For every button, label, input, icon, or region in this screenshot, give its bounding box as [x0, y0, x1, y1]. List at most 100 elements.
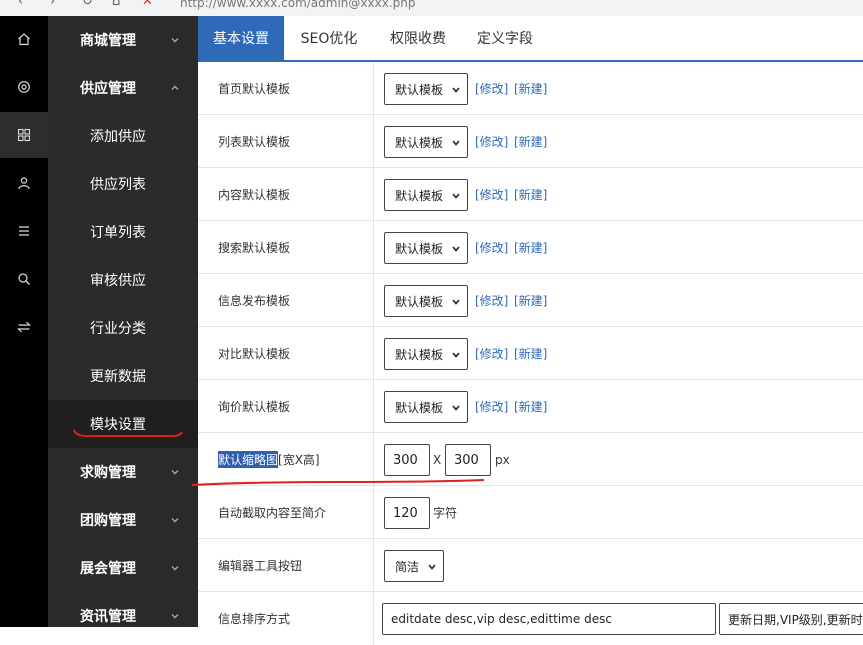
menu-supply[interactable]: 供应管理 — [48, 64, 198, 112]
edit-link[interactable]: [修改] — [475, 168, 508, 221]
row-label: 自动截取内容至简介 — [218, 506, 327, 520]
template-select[interactable]: 默认模板 — [384, 338, 468, 370]
menu-groupbuy[interactable]: 团购管理 — [48, 496, 198, 544]
forward-icon[interactable]: › — [50, 0, 55, 9]
sub-review-supply[interactable]: 审核供应 — [48, 256, 198, 304]
select-value: 默认模板 — [395, 188, 444, 203]
address-text: http://www.xxxx.com/admin@xxxx.php — [180, 0, 416, 10]
template-select[interactable]: 默认模板 — [384, 126, 468, 158]
template-select[interactable]: 默认模板 — [384, 73, 468, 105]
sort-order-row: 信息排序方式 editdate desc,vip desc,edittime d… — [198, 592, 863, 645]
sub-label: 审核供应 — [90, 273, 146, 289]
row-label: 信息发布模板 — [218, 294, 291, 308]
new-link[interactable]: [新建] — [514, 62, 547, 115]
tab-label: SEO优化 — [300, 31, 358, 47]
sub-supply-list[interactable]: 供应列表 — [48, 160, 198, 208]
editor-toolbar-select[interactable]: 简洁 — [384, 550, 444, 582]
sub-add-supply[interactable]: 添加供应 — [48, 112, 198, 160]
new-link[interactable]: [新建] — [514, 327, 547, 380]
select-value: 默认模板 — [395, 82, 444, 97]
row-divider — [373, 62, 374, 115]
menu-expo[interactable]: 展会管理 — [48, 544, 198, 592]
sub-order-list[interactable]: 订单列表 — [48, 208, 198, 256]
form-row: 首页默认模板 默认模板 [修改] [新建] — [198, 62, 863, 115]
thumb-label-highlight: 默认缩略图 — [218, 451, 279, 468]
sort-order-select[interactable]: 更新日期,VIP级别,更新时 — [719, 603, 863, 635]
form-row: 列表默认模板 默认模板 [修改] [新建] — [198, 115, 863, 168]
tab-seo[interactable]: SEO优化 — [284, 16, 374, 60]
tab-label: 定义字段 — [477, 31, 533, 47]
template-select[interactable]: 默认模板 — [384, 179, 468, 211]
address-bar[interactable]: http://www.xxxx.com/admin@xxxx.php — [180, 0, 600, 16]
sidebar-menu: 商城管理 供应管理 添加供应 供应列表 订单列表 审核供应 行业分类 更新数据 … — [48, 16, 198, 627]
edit-link[interactable]: [修改] — [475, 274, 508, 327]
row-label: 对比默认模板 — [218, 347, 291, 361]
menu-news[interactable]: 资讯管理 — [48, 592, 198, 640]
row-label: 信息排序方式 — [218, 612, 291, 626]
row-divider — [373, 539, 374, 592]
menu-mall[interactable]: 商城管理 — [48, 16, 198, 64]
tab-basic[interactable]: 基本设置 — [198, 16, 284, 60]
sub-industry[interactable]: 行业分类 — [48, 304, 198, 352]
thumb-height-input[interactable]: 300 — [445, 444, 491, 476]
row-divider — [373, 274, 374, 327]
edit-link[interactable]: [修改] — [475, 221, 508, 274]
settings-form: 首页默认模板 默认模板 [修改] [新建] 列表默认模板 默认模板 [修改] [… — [198, 62, 863, 645]
back-icon[interactable]: ‹ — [18, 0, 23, 9]
intro-length-input[interactable]: 120 — [384, 497, 430, 529]
chevron-down-icon — [452, 140, 460, 146]
user-icon — [18, 177, 30, 190]
edit-link[interactable]: [修改] — [475, 115, 508, 168]
chevron-down-icon — [452, 352, 460, 358]
sub-module-settings[interactable]: 模块设置 — [48, 400, 198, 448]
menu-label: 求购管理 — [80, 465, 136, 481]
new-link[interactable]: [新建] — [514, 168, 547, 221]
annotation-underline — [191, 479, 485, 486]
rail-search[interactable] — [0, 256, 48, 302]
swap-icon — [17, 321, 31, 333]
intro-unit: 字符 — [433, 506, 458, 520]
tab-fields[interactable]: 定义字段 — [462, 16, 548, 60]
chevron-up-icon — [171, 85, 179, 90]
sub-update-data[interactable]: 更新数据 — [48, 352, 198, 400]
edit-link[interactable]: [修改] — [475, 380, 508, 433]
home-browser-icon[interactable]: ⌂ — [112, 0, 120, 9]
reload-icon[interactable]: ↻ — [82, 0, 93, 9]
tab-permission[interactable]: 权限收费 — [374, 16, 462, 60]
grid-icon — [17, 128, 31, 142]
chevron-down-icon — [452, 246, 460, 252]
row-divider — [373, 327, 374, 380]
rail-settings[interactable] — [0, 64, 48, 110]
rail-list[interactable] — [0, 208, 48, 254]
home-icon — [18, 33, 30, 46]
select-value: 默认模板 — [395, 294, 444, 309]
edit-link[interactable]: [修改] — [475, 62, 508, 115]
new-link[interactable]: [新建] — [514, 115, 547, 168]
row-divider — [373, 168, 374, 221]
chevron-down-icon — [452, 299, 460, 305]
sort-order-input[interactable]: editdate desc,vip desc,edittime desc — [382, 603, 716, 635]
template-select[interactable]: 默认模板 — [384, 285, 468, 317]
row-label: 列表默认模板 — [218, 135, 291, 149]
form-row: 对比默认模板 默认模板 [修改] [新建] — [198, 327, 863, 380]
settings-icon — [18, 81, 30, 93]
row-divider — [373, 592, 374, 645]
settings-tabs: 基本设置 SEO优化 权限收费 定义字段 — [198, 16, 863, 62]
menu-label: 商城管理 — [80, 33, 136, 49]
new-link[interactable]: [新建] — [514, 221, 547, 274]
input-value: 120 — [393, 505, 418, 521]
new-link[interactable]: [新建] — [514, 380, 547, 433]
row-label: 首页默认模板 — [218, 82, 291, 96]
rail-swap[interactable] — [0, 304, 48, 350]
rail-home[interactable] — [0, 16, 48, 62]
template-select[interactable]: 默认模板 — [384, 232, 468, 264]
rail-grid[interactable] — [0, 112, 48, 158]
menu-purchase[interactable]: 求购管理 — [48, 448, 198, 496]
edit-link[interactable]: [修改] — [475, 327, 508, 380]
menu-label: 团购管理 — [80, 513, 136, 529]
row-divider — [373, 115, 374, 168]
template-select[interactable]: 默认模板 — [384, 391, 468, 423]
thumb-width-input[interactable]: 300 — [384, 444, 430, 476]
new-link[interactable]: [新建] — [514, 274, 547, 327]
rail-user[interactable] — [0, 160, 48, 206]
